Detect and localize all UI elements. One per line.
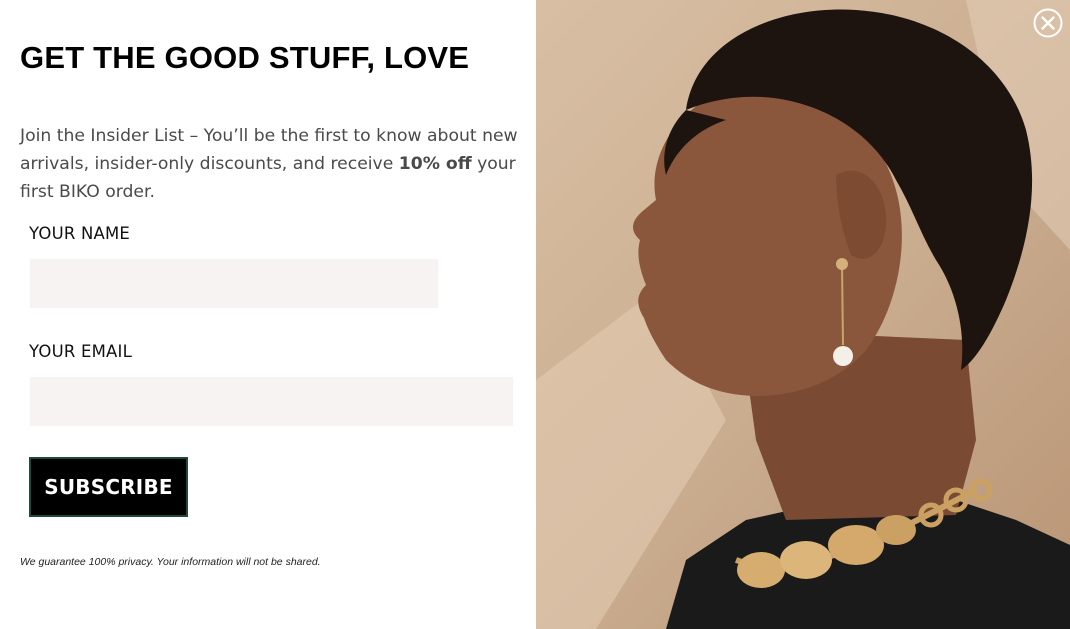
close-icon[interactable] (1033, 8, 1063, 38)
intro-discount: 10% off (398, 154, 472, 174)
email-field[interactable] (30, 377, 513, 426)
name-field[interactable] (30, 259, 438, 308)
privacy-note: We guarantee 100% privacy. Your informat… (20, 556, 321, 568)
name-label: YOUR NAME (29, 224, 131, 243)
intro-text: Join the Insider List – You’ll be the fi… (20, 122, 520, 206)
model-photo (536, 0, 1070, 629)
popup-headline: GET THE GOOD STUFF, LOVE (20, 40, 470, 75)
subscribe-button[interactable]: SUBSCRIBE (29, 457, 188, 517)
signup-panel: GET THE GOOD STUFF, LOVE Join the Inside… (0, 0, 536, 629)
email-label: YOUR EMAIL (29, 342, 132, 361)
model-photo-illustration (536, 0, 1070, 629)
